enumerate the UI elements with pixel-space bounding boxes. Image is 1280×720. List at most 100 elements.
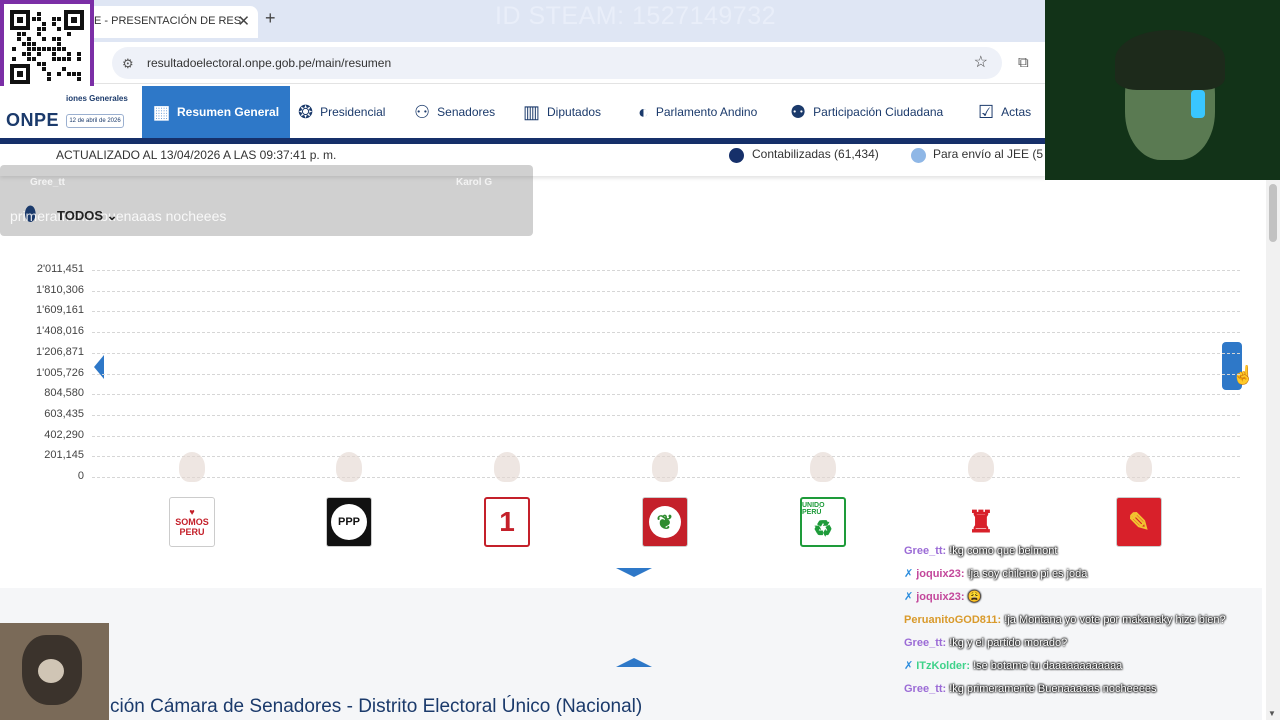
stream-overlay-text: ID STEAM: 1527149732	[495, 2, 776, 30]
chat-highlight-overlay: Gree_tt Karol G ⬮ primeramente buenaaas …	[0, 165, 533, 236]
qr-code-icon	[10, 10, 84, 84]
grid-icon: ▦	[153, 101, 171, 122]
y-axis-tick-label: 1'810,306	[36, 283, 84, 296]
party-logo[interactable]: ♥ SOMOS PERU	[169, 497, 215, 547]
andes-icon: ◐	[638, 101, 649, 122]
election-date-badge: 12 de abril de 2026	[66, 114, 124, 128]
nav-presidencial[interactable]: ❂ Presidencial	[298, 86, 385, 138]
onpe-logo-area[interactable]: iones Generales ONPE 12 de abril de 2026	[0, 86, 142, 138]
chat-text: !se botame tu daaaaaaaaaaaa	[973, 660, 1123, 672]
mouse-cursor-icon: ☝	[1232, 365, 1255, 385]
overlay-message: primeramente buenaaas nocheees	[10, 208, 227, 224]
chat-message: ✗ joquix23: 😩	[904, 586, 1254, 609]
gridline	[92, 414, 1240, 416]
gridline	[92, 394, 1240, 396]
nav-label: Participación Ciudadana	[813, 105, 944, 119]
y-axis-tick-label: 2'011,451	[36, 263, 84, 275]
chat-username[interactable]: Gree_tt:	[904, 545, 949, 557]
dog-snout	[38, 659, 64, 683]
chat-text: 😩	[967, 591, 982, 603]
bookmark-star-icon[interactable]: ☆	[974, 52, 988, 72]
candidate-photo	[810, 452, 836, 482]
gridline	[92, 290, 1240, 292]
address-bar-area: ⚙ resultadoelectoral.onpe.gob.pe/main/re…	[0, 42, 1045, 84]
collapse-up-arrow-icon[interactable]	[616, 658, 652, 667]
browser-tab[interactable]: E - PRESENTACIÓN DE RES ✕	[88, 6, 258, 38]
url-text[interactable]: resultadoelectoral.onpe.gob.pe/main/resu…	[147, 56, 391, 70]
chat-username[interactable]: joquix23:	[916, 591, 967, 603]
nav-diputados[interactable]: ▥ Diputados	[523, 86, 601, 138]
pet-cam	[0, 623, 109, 720]
extensions-icon[interactable]: ⧉	[1018, 54, 1029, 71]
nav-actas[interactable]: ☑ Actas	[978, 86, 1031, 138]
gridline	[92, 373, 1240, 375]
region-filter-label: TODOS	[57, 208, 103, 223]
party-logo[interactable]: PPP	[326, 497, 372, 547]
jee-legend-label: Para envío al JEE (5	[933, 147, 1044, 161]
chat-username[interactable]: Gree_tt:	[904, 683, 949, 695]
chat-username[interactable]: Gree_tt:	[904, 637, 949, 649]
chat-username[interactable]: ITzKolder:	[916, 660, 973, 672]
chat-text: !kg y el partido morado?	[949, 637, 1068, 649]
chart-prev-arrow-icon[interactable]	[94, 355, 104, 379]
party-logo[interactable]: 1	[484, 497, 530, 547]
y-axis-tick-label: 1'408,016	[36, 325, 84, 338]
page-scrollbar[interactable]: ▼	[1266, 180, 1280, 720]
headset-icon	[1191, 90, 1205, 118]
chat-message: ✗ joquix23: !ja soy chileno pi es joda	[904, 563, 1254, 586]
seal-icon: ❂	[298, 101, 314, 122]
y-axis-tick-label: 804,580	[44, 387, 84, 400]
overlay-username: Gree_tt	[30, 177, 66, 188]
stream-chat: Gree_tt: !kg como que belmont ✗ joquix23: …	[904, 540, 1254, 701]
nav-label: Senadores	[437, 105, 496, 119]
scrollbar-thumb[interactable]	[1269, 184, 1277, 242]
scroll-down-arrow-icon[interactable]: ▼	[1268, 709, 1276, 718]
onpe-logo: ONPE	[6, 110, 60, 130]
people-icon: ⚇	[414, 101, 431, 122]
new-tab-button[interactable]: +	[265, 8, 276, 29]
chat-message: ✗ ITzKolder: !se botame tu daaaaaaaaaaaa	[904, 655, 1254, 678]
counted-legend-label: Contabilizadas (61,434)	[752, 147, 879, 161]
browser-tab-strip: E - PRESENTACIÓN DE RES ✕ + ID STEAM: 15…	[0, 0, 1045, 42]
nav-label: Actas	[1001, 105, 1032, 119]
gridline	[92, 311, 1240, 313]
check-document-icon: ☑	[978, 101, 995, 122]
nav-label: Diputados	[547, 105, 602, 119]
y-axis-tick-label: 402,290	[44, 428, 84, 441]
candidate-photo	[336, 452, 362, 482]
region-filter-dropdown[interactable]: TODOS ⌄	[57, 208, 118, 224]
chat-text: !ja soy chileno pi es joda	[967, 568, 1088, 580]
site-settings-icon[interactable]: ⚙	[122, 56, 134, 72]
nav-participacion-ciudadana[interactable]: ⚉ Participación Ciudadana	[790, 86, 943, 138]
nav-resumen-general[interactable]: ▦ Resumen General	[142, 86, 291, 138]
nav-label: Parlamento Andino	[655, 105, 758, 119]
votes-bar-chart: ☝ 2'011,451 1'810,306 1'609,161 1'408,016 1'…	[0, 255, 1262, 555]
chat-username[interactable]: PeruanitoGOD811:	[904, 614, 1004, 626]
candidate-photo	[1126, 452, 1152, 482]
address-bar[interactable]: ⚙ resultadoelectoral.onpe.gob.pe/main/re…	[112, 47, 1002, 79]
gridline	[92, 270, 1240, 271]
sword-badge-icon: ✗	[904, 660, 914, 672]
streamer-webcam	[1045, 0, 1280, 180]
overlay-username-2: Karol G	[456, 177, 493, 188]
candidate-photo	[968, 452, 994, 482]
section-title: ción Cámara de Senadores - Distrito Elec…	[110, 696, 643, 717]
nav-senadores[interactable]: ⚇ Senadores	[414, 86, 495, 138]
building-icon: ▥	[523, 101, 541, 122]
party-logo[interactable]: ❦	[642, 497, 688, 547]
chat-text: !kg primeramente Buenaaaaas nocheeees	[949, 683, 1157, 695]
candidate-photo	[494, 452, 520, 482]
gridline	[92, 352, 1240, 354]
close-tab-icon[interactable]: ✕	[237, 12, 250, 30]
candidate-photo	[179, 452, 205, 482]
gridline	[92, 435, 1240, 437]
y-axis-tick-label: 201,145	[44, 449, 84, 462]
party-logo[interactable]: UNIDO PERÚ ♻	[800, 497, 846, 547]
nav-parlamento-andino[interactable]: ◐ Parlamento Andino	[638, 86, 757, 138]
counted-legend-dot	[729, 148, 744, 163]
main-navigation: ▦ Resumen General ❂ Presidencial ⚇ Senad…	[142, 86, 1045, 138]
chat-username[interactable]: joquix23:	[916, 568, 967, 580]
nav-label: Presidencial	[320, 105, 386, 119]
tab-title: E - PRESENTACIÓN DE RES	[94, 15, 242, 27]
collapse-down-arrow-icon[interactable]	[616, 568, 652, 577]
